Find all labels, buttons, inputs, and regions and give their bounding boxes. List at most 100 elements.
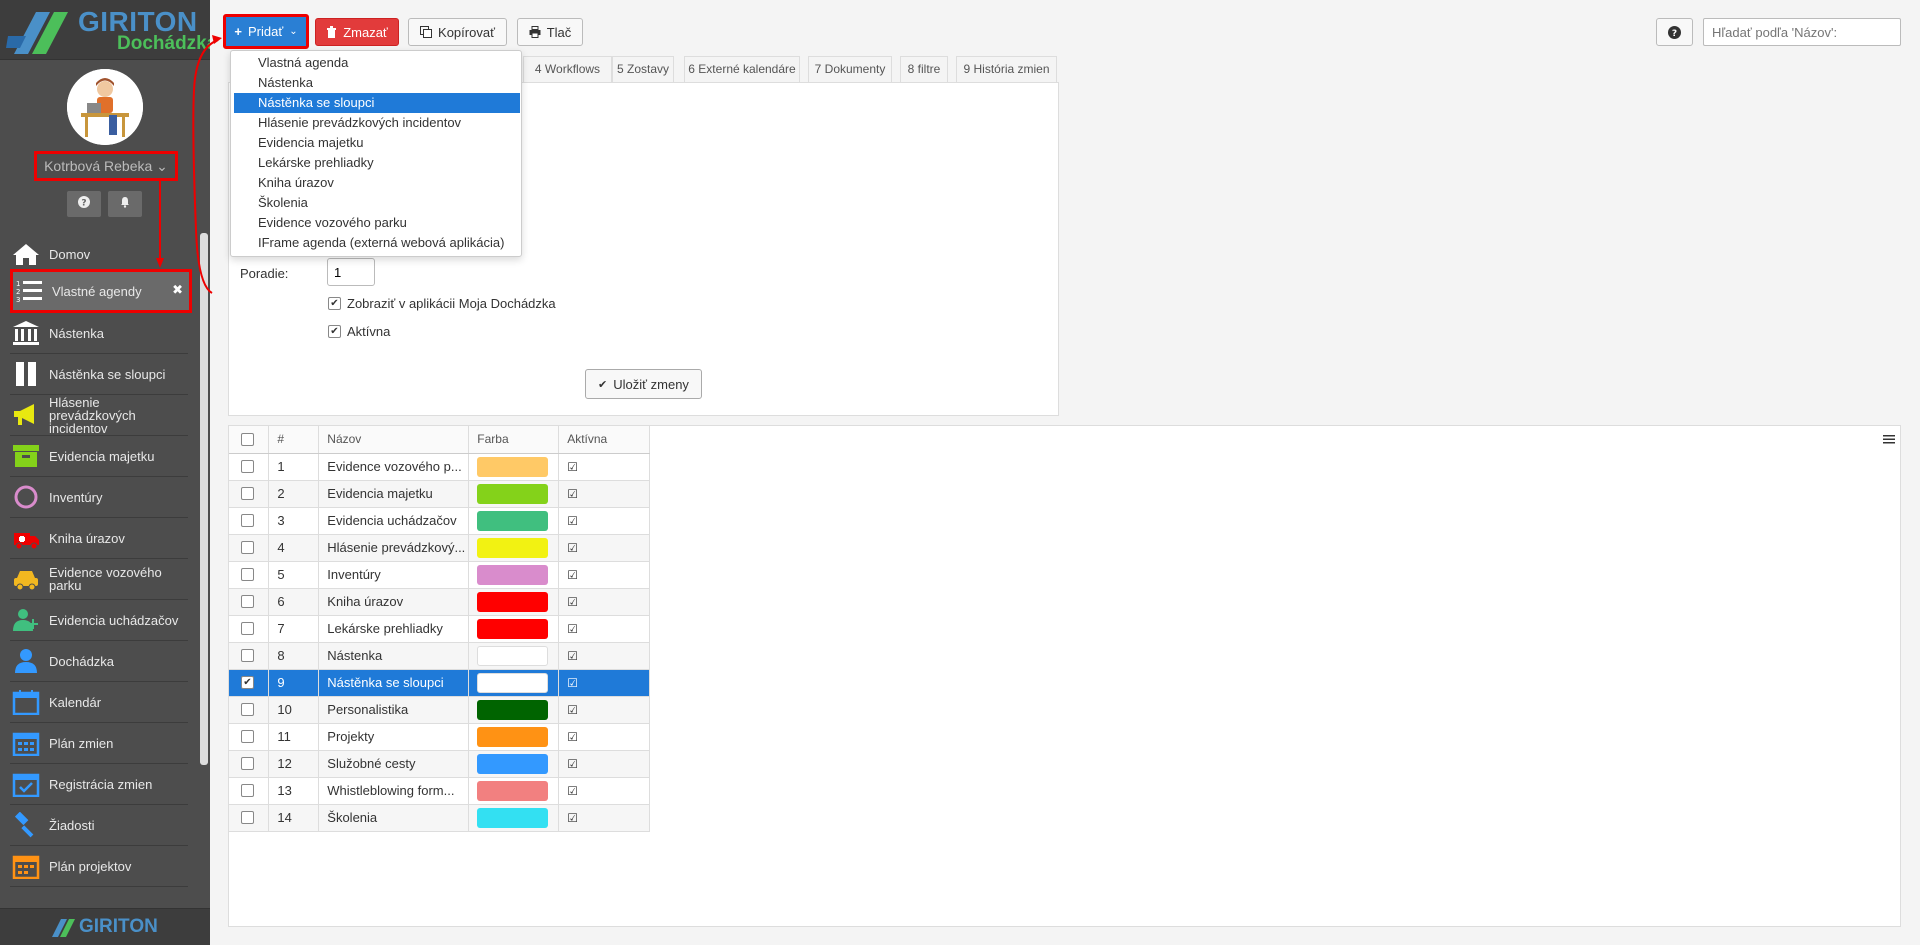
sidebar-item-uchadzaci[interactable]: Evidencia uchádzačov xyxy=(10,600,188,641)
select-all-checkbox[interactable] xyxy=(241,432,254,446)
table-row[interactable]: 3 Evidencia uchádzačov ☑ xyxy=(229,507,650,535)
print-button[interactable]: Tlač xyxy=(517,18,583,46)
row-select-cell[interactable] xyxy=(229,561,270,589)
row-select-cell[interactable]: ✔ xyxy=(229,669,270,697)
dropdown-item[interactable]: Hlásenie prevádzkových incidentov xyxy=(234,113,520,133)
sidebar-item-kniha-urazov[interactable]: Kniha úrazov xyxy=(10,518,188,559)
show-in-app-row[interactable]: ✔ Zobraziť v aplikácii Moja Dochádzka xyxy=(328,296,556,311)
dropdown-item[interactable]: Nástenka xyxy=(234,73,520,93)
user-menu[interactable]: Kotrbová Rebeka ⌄ xyxy=(34,151,178,181)
row-select-cell[interactable] xyxy=(229,696,270,724)
tab-externe-kalendare[interactable]: 6 Externé kalendáre xyxy=(684,56,800,82)
table-row[interactable]: 11 Projekty ☑ xyxy=(229,723,650,751)
active-checkbox[interactable]: ✔ xyxy=(328,325,341,338)
help-button[interactable]: ? xyxy=(67,191,101,217)
table-row[interactable]: 10 Personalistika ☑ xyxy=(229,696,650,724)
row-checkbox[interactable] xyxy=(241,757,254,770)
help-button-top[interactable]: ? xyxy=(1656,18,1693,46)
row-select-cell[interactable] xyxy=(229,804,270,832)
row-select-cell[interactable] xyxy=(229,534,270,562)
row-select-cell[interactable] xyxy=(229,588,270,616)
logo[interactable]: GIRITON Dochádzka xyxy=(0,0,210,60)
table-row[interactable]: 6 Kniha úrazov ☑ xyxy=(229,588,650,616)
add-button[interactable]: + Pridať ⌄ xyxy=(223,14,309,49)
row-checkbox[interactable] xyxy=(241,541,254,554)
row-select-cell[interactable] xyxy=(229,723,270,751)
sidebar-item-vlastne-agendy[interactable]: 123 Vlastné agendy ✖ xyxy=(10,269,192,313)
hamburger-menu-icon[interactable] xyxy=(1882,432,1896,446)
sidebar-item-hlasenie[interactable]: Hlásenie prevádzkových incidentov xyxy=(10,395,188,436)
table-row[interactable]: 2 Evidencia majetku ☑ xyxy=(229,480,650,508)
column-header-num[interactable]: # xyxy=(268,426,320,454)
save-button[interactable]: ✔ Uložiť zmeny xyxy=(585,369,702,399)
table-row[interactable]: 12 Služobné cesty ☑ xyxy=(229,750,650,778)
table-row[interactable]: 7 Lekárske prehliadky ☑ xyxy=(229,615,650,643)
table-row[interactable]: 14 Školenia ☑ xyxy=(229,804,650,832)
row-select-cell[interactable] xyxy=(229,480,270,508)
select-all-cell[interactable] xyxy=(229,426,270,454)
row-checkbox[interactable]: ✔ xyxy=(241,676,254,689)
table-row[interactable]: 8 Nástenka ☑ xyxy=(229,642,650,670)
dropdown-item[interactable]: Lekárske prehliadky xyxy=(234,153,520,173)
row-select-cell[interactable] xyxy=(229,750,270,778)
dropdown-item[interactable]: Školenia xyxy=(234,193,520,213)
dropdown-item[interactable]: IFrame agenda (externá webová aplikácia) xyxy=(234,233,520,253)
row-checkbox[interactable] xyxy=(241,622,254,635)
row-checkbox[interactable] xyxy=(241,811,254,824)
sidebar-item-nastenka-se-sloupci[interactable]: Nástěnka se sloupci xyxy=(10,354,188,395)
row-checkbox[interactable] xyxy=(241,784,254,797)
order-input[interactable] xyxy=(327,258,375,286)
table-row[interactable]: 13 Whistleblowing form... ☑ xyxy=(229,777,650,805)
delete-button[interactable]: Zmazať xyxy=(315,18,399,46)
sidebar-item-vozovy-park[interactable]: Evidence vozového parku xyxy=(10,559,188,600)
table-row[interactable]: ✔ 9 Nástěnka se sloupci ☑ xyxy=(229,669,650,697)
avatar[interactable] xyxy=(67,69,143,145)
column-header-color[interactable]: Farba xyxy=(468,426,560,454)
dropdown-item[interactable]: Vlastná agenda xyxy=(234,53,520,73)
row-select-cell[interactable] xyxy=(229,777,270,805)
sidebar-item-dochadzka[interactable]: Dochádzka xyxy=(10,641,188,682)
sidebar-item-registracia-zmien[interactable]: Registrácia zmien xyxy=(10,764,188,805)
search-input[interactable] xyxy=(1703,18,1901,46)
sidebar-item-ziadosti[interactable]: Žiadosti xyxy=(10,805,188,846)
close-icon[interactable]: ✖ xyxy=(172,282,183,298)
tab-workflows[interactable]: 4 Workflows xyxy=(523,56,612,82)
row-checkbox[interactable] xyxy=(241,514,254,527)
row-checkbox[interactable] xyxy=(241,595,254,608)
row-checkbox[interactable] xyxy=(241,568,254,581)
column-header-name[interactable]: Názov xyxy=(318,426,470,454)
column-header-active[interactable]: Aktívna xyxy=(558,426,650,454)
table-row[interactable]: 5 Inventúry ☑ xyxy=(229,561,650,589)
dropdown-item-selected[interactable]: Nástěnka se sloupci xyxy=(234,93,520,113)
sidebar-scrollbar[interactable] xyxy=(200,233,208,765)
svg-text:?: ? xyxy=(81,199,86,209)
show-in-app-checkbox[interactable]: ✔ xyxy=(328,297,341,310)
row-select-cell[interactable] xyxy=(229,507,270,535)
sidebar-item-nastenka[interactable]: Nástenka xyxy=(10,313,188,354)
row-select-cell[interactable] xyxy=(229,453,270,481)
row-checkbox[interactable] xyxy=(241,703,254,716)
row-checkbox[interactable] xyxy=(241,649,254,662)
notifications-button[interactable] xyxy=(108,191,142,217)
sidebar-item-kalendar[interactable]: Kalendár xyxy=(10,682,188,723)
tab-dokumenty[interactable]: 7 Dokumenty xyxy=(808,56,892,82)
sidebar-item-plan-zmien[interactable]: Plán zmien xyxy=(10,723,188,764)
row-checkbox[interactable] xyxy=(241,460,254,473)
sidebar-item-inventury[interactable]: Inventúry xyxy=(10,477,188,518)
row-checkbox[interactable] xyxy=(241,730,254,743)
table-row[interactable]: 1 Evidence vozového p... ☑ xyxy=(229,453,650,481)
sidebar-item-plan-projektov[interactable]: Plán projektov xyxy=(10,846,188,887)
tab-filtre[interactable]: 8 filtre xyxy=(900,56,948,82)
dropdown-item[interactable]: Evidencia majetku xyxy=(234,133,520,153)
row-checkbox[interactable] xyxy=(241,487,254,500)
dropdown-item[interactable]: Evidence vozového parku xyxy=(234,213,520,233)
row-select-cell[interactable] xyxy=(229,642,270,670)
sidebar-item-evidencia-majetku[interactable]: Evidencia majetku xyxy=(10,436,188,477)
tab-historia-zmien[interactable]: 9 História zmien xyxy=(956,56,1057,82)
row-select-cell[interactable] xyxy=(229,615,270,643)
dropdown-item[interactable]: Kniha úrazov xyxy=(234,173,520,193)
copy-button[interactable]: Kopírovať xyxy=(408,18,507,46)
table-row[interactable]: 4 Hlásenie prevádzkový... ☑ xyxy=(229,534,650,562)
active-row[interactable]: ✔ Aktívna xyxy=(328,324,390,339)
tab-zostavy[interactable]: 5 Zostavy xyxy=(612,56,674,82)
